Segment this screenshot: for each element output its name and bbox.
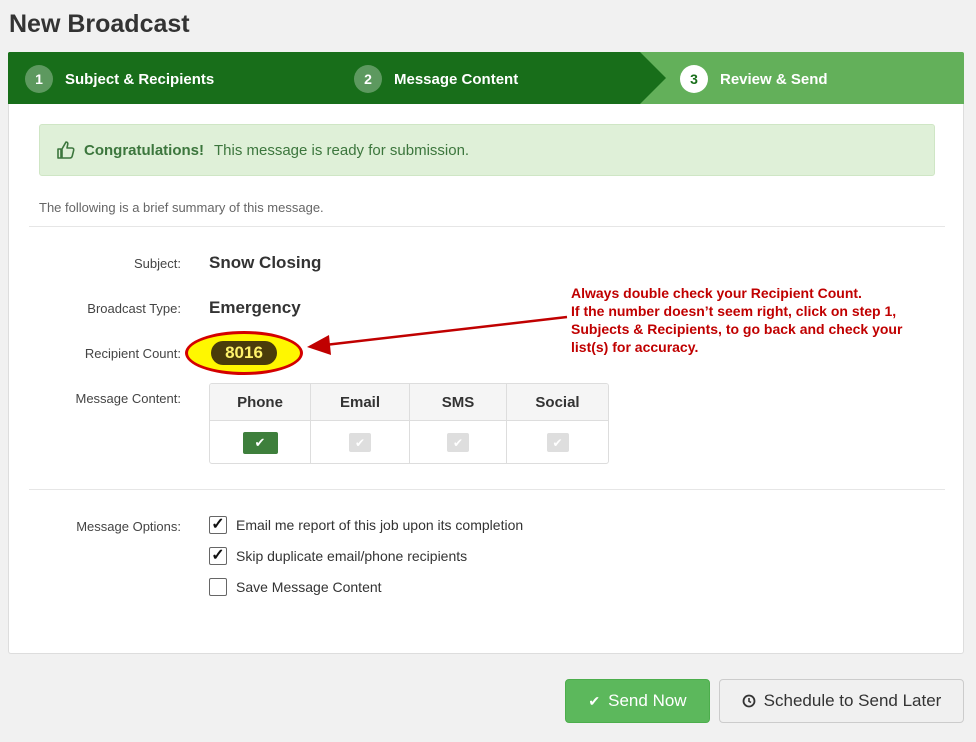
schedule-label: Schedule to Send Later [763, 691, 942, 710]
divider [29, 226, 945, 227]
option-save-content[interactable]: Save Message Content [209, 578, 382, 596]
message-content-label: Message Content: [75, 391, 181, 406]
step-number: 2 [354, 65, 382, 93]
checkbox-checked[interactable]: ✓ [209, 516, 227, 534]
step-label: Subject & Recipients [65, 70, 215, 88]
send-now-label: Send Now [608, 691, 687, 710]
schedule-button[interactable]: Schedule to Send Later [719, 679, 964, 723]
step-number: 1 [25, 65, 53, 93]
success-alert: Congratulations! This message is ready f… [39, 124, 935, 176]
broadcast-type-label: Broadcast Type: [87, 301, 181, 316]
page-title: New Broadcast [9, 10, 190, 38]
option-label: Email me report of this job upon its com… [236, 517, 524, 533]
broadcast-type-value: Emergency [209, 298, 301, 317]
step-label: Review & Send [720, 70, 828, 88]
message-options-label: Message Options: [76, 519, 181, 534]
message-content-table: Phone Email SMS Social ✔ ✔ ✔ ✔ [209, 383, 609, 464]
column-social: Social [535, 393, 580, 411]
column-phone: Phone [210, 384, 311, 420]
check-icon: ✔ [588, 692, 601, 709]
option-label: Save Message Content [236, 579, 382, 595]
wizard-step-1[interactable]: 1 Subject & Recipients [25, 65, 214, 93]
table-header: Phone Email SMS Social [210, 384, 608, 421]
wizard-arrow [640, 52, 666, 104]
step-label: Message Content [394, 70, 519, 88]
alert-text: This message is ready for submission. [214, 141, 470, 159]
subject-value: Snow Closing [209, 253, 322, 272]
thumbs-up-icon [57, 141, 75, 159]
checkbox-unchecked[interactable] [209, 578, 227, 596]
wizard-step-2[interactable]: 2 Message Content [354, 65, 518, 93]
divider [29, 489, 945, 490]
table-row: ✔ ✔ ✔ ✔ [210, 421, 608, 463]
recipient-count-badge: 8016 [211, 341, 277, 365]
wizard-step-3[interactable]: 3 Review & Send [680, 65, 828, 93]
send-now-button[interactable]: ✔ Send Now [565, 679, 710, 723]
option-email-report[interactable]: ✓ Email me report of this job upon its c… [209, 516, 523, 534]
recipient-count-highlight: 8016 [185, 331, 303, 375]
phone-enabled-check-icon: ✔ [242, 431, 278, 454]
recipient-count-label: Recipient Count: [84, 346, 181, 361]
subject-label: Subject: [134, 256, 181, 271]
step-number: 3 [680, 65, 708, 93]
annotation-line: If the number doesn’t seem right, click … [571, 303, 897, 319]
alert-title: Congratulations! [84, 141, 204, 159]
annotation-note: Always double check your Recipient Count… [571, 284, 951, 356]
annotation-line: list(s) for accuracy. [571, 339, 699, 355]
annotation-arrow [307, 315, 568, 355]
email-disabled-check-icon: ✔ [349, 433, 371, 452]
sms-disabled-check-icon: ✔ [447, 433, 469, 452]
option-skip-duplicates[interactable]: ✓ Skip duplicate email/phone recipients [209, 547, 467, 565]
checkbox-checked[interactable]: ✓ [209, 547, 227, 565]
annotation-line: Always double check your Recipient Count… [571, 285, 862, 301]
column-sms: SMS [410, 384, 507, 420]
social-disabled-check-icon: ✔ [546, 433, 569, 452]
review-panel: Congratulations! This message is ready f… [8, 104, 964, 654]
option-label: Skip duplicate email/phone recipients [236, 548, 468, 564]
wizard-steps: 1 Subject & Recipients 2 Message Content… [8, 52, 964, 104]
annotation-line: Subjects & Recipients, to go back and ch… [571, 321, 903, 337]
summary-intro: The following is a brief summary of this… [39, 200, 324, 215]
clock-icon [742, 694, 756, 708]
column-email: Email [311, 384, 410, 420]
